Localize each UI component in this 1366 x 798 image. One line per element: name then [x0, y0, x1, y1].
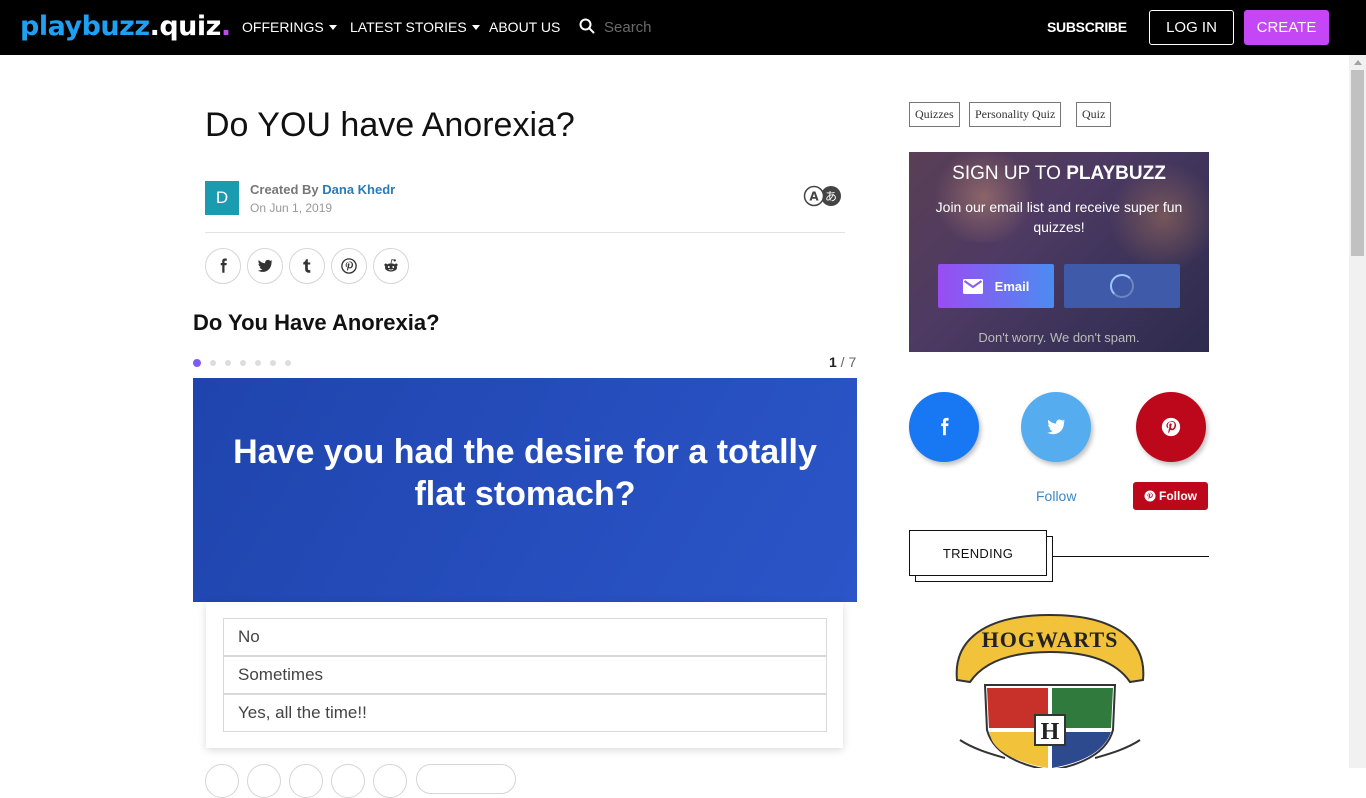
login-button[interactable]: LOG IN: [1149, 10, 1234, 45]
share-tumblr-button[interactable]: [289, 248, 325, 284]
author-avatar[interactable]: D: [205, 181, 239, 215]
twitter-follow-link[interactable]: Follow: [1036, 488, 1076, 504]
trending-heading: TRENDING: [909, 530, 1047, 576]
playbuzz-quiz-logo[interactable]: playbuzz.quiz.: [20, 11, 231, 42]
facebook-follow-button[interactable]: [909, 392, 979, 462]
bottom-share-button[interactable]: [289, 764, 323, 798]
nav-offerings-label: OFFERINGS: [242, 19, 324, 35]
scroll-up-arrow-icon[interactable]: [1354, 60, 1362, 65]
progress-dot: [210, 360, 216, 366]
hogwarts-crest-image[interactable]: HOGWARTS H: [945, 610, 1155, 768]
twitter-icon: [257, 259, 274, 272]
trending-divider-line: [1053, 556, 1209, 557]
nav-about-us-label: ABOUT US: [489, 19, 561, 35]
bottom-share-button[interactable]: [205, 764, 239, 798]
progress-current: 1: [829, 354, 837, 370]
nav-offerings[interactable]: OFFERINGS: [242, 19, 337, 35]
answer-option[interactable]: No: [223, 618, 827, 656]
answers-card: No Sometimes Yes, all the time!!: [206, 602, 843, 748]
tag-quizzes[interactable]: Quizzes: [909, 102, 960, 127]
progress-total: 7: [848, 354, 857, 370]
tumblr-icon: [303, 259, 311, 273]
loading-spinner-icon: [1110, 274, 1134, 298]
progress-separator: /: [836, 354, 849, 370]
subscribe-link[interactable]: SUBSCRIBE: [1047, 19, 1127, 35]
share-facebook-button[interactable]: [205, 248, 241, 284]
share-pinterest-button[interactable]: [331, 248, 367, 284]
search-input[interactable]: [604, 16, 804, 38]
progress-dot: [193, 359, 201, 367]
bottom-share-button[interactable]: [331, 764, 365, 798]
svg-text:A: A: [809, 190, 819, 204]
signup-title-prefix: SIGN UP TO: [952, 163, 1067, 184]
pinterest-follow-label: Follow: [1159, 489, 1197, 503]
caret-down-icon: [471, 24, 480, 30]
nav-about-us[interactable]: ABOUT US: [489, 19, 560, 35]
share-twitter-button[interactable]: [247, 248, 283, 284]
pinterest-icon: [341, 258, 357, 274]
share-reddit-button[interactable]: [373, 248, 409, 284]
translate-icon[interactable]: あ A: [803, 185, 843, 207]
pinterest-icon: [1161, 417, 1181, 437]
progress-dot: [255, 360, 261, 366]
quiz-progress-dots: [193, 359, 291, 367]
progress-dot: [240, 360, 246, 366]
pinterest-follow-circle[interactable]: [1136, 392, 1206, 462]
create-button[interactable]: CREATE: [1244, 10, 1329, 45]
svg-text:あ: あ: [825, 190, 837, 204]
facebook-icon: [941, 417, 949, 436]
top-navbar: playbuzz.quiz. OFFERINGS LATEST STORIES …: [0, 0, 1366, 55]
nav-latest-stories-label: LATEST STORIES: [350, 19, 467, 35]
progress-dot: [270, 360, 276, 366]
email-button-label: Email: [994, 278, 1030, 294]
question-card: Have you had the desire for a totally fl…: [193, 378, 857, 602]
progress-dot: [225, 360, 231, 366]
author-divider: [205, 232, 845, 233]
bottom-action-pill[interactable]: [416, 764, 516, 794]
bottom-share-button[interactable]: [247, 764, 281, 798]
progress-dot: [285, 360, 291, 366]
search-icon[interactable]: [579, 18, 595, 34]
no-spam-note: Don't worry. We don't spam.: [978, 330, 1140, 345]
scrollbar-thumb[interactable]: [1351, 70, 1364, 256]
tag-quiz[interactable]: Quiz: [1076, 102, 1112, 127]
logo-text-playbuzz: playbuzz: [20, 11, 150, 42]
reddit-icon: [384, 259, 398, 272]
nav-latest-stories[interactable]: LATEST STORIES: [350, 19, 480, 35]
twitter-follow-button[interactable]: [1021, 392, 1091, 462]
article-title: Do YOU have Anorexia?: [205, 106, 575, 144]
signup-title-brand: PLAYBUZZ: [1066, 163, 1166, 184]
signup-facebook-button[interactable]: [1064, 264, 1180, 308]
bottom-share-button[interactable]: [373, 764, 407, 798]
signup-title: SIGN UP TO PLAYBUZZ: [909, 163, 1209, 185]
answer-option[interactable]: Sometimes: [223, 656, 827, 694]
publish-date: On Jun 1, 2019: [250, 201, 333, 215]
svg-text:H: H: [1041, 719, 1060, 745]
facebook-icon: [220, 258, 227, 273]
answer-option[interactable]: Yes, all the time!!: [223, 694, 827, 732]
signup-widget: SIGN UP TO PLAYBUZZ Join our email list …: [909, 152, 1209, 352]
quiz-title: Do You Have Anorexia?: [193, 310, 440, 335]
signup-subtitle: Join our email list and receive super fu…: [935, 199, 1183, 235]
created-by-label: Created By: [250, 182, 319, 197]
caret-down-icon: [328, 24, 337, 30]
tag-personality-quiz[interactable]: Personality Quiz: [969, 102, 1062, 127]
quiz-progress-counter: 1 / 7: [829, 354, 856, 370]
logo-dot: .: [220, 11, 231, 42]
envelope-icon: [962, 278, 983, 294]
author-link[interactable]: Dana Khedr: [322, 182, 395, 197]
twitter-icon: [1047, 419, 1066, 435]
pinterest-follow-button[interactable]: Follow: [1133, 482, 1208, 510]
created-by-line: Created By Dana Khedr: [250, 182, 395, 197]
question-text: Have you had the desire for a totally fl…: [233, 432, 817, 513]
pinterest-icon: [1144, 490, 1156, 502]
logo-text-quiz: .quiz: [149, 11, 222, 42]
crest-banner-text: HOGWARTS: [982, 627, 1119, 652]
signup-email-button[interactable]: Email: [938, 264, 1054, 308]
